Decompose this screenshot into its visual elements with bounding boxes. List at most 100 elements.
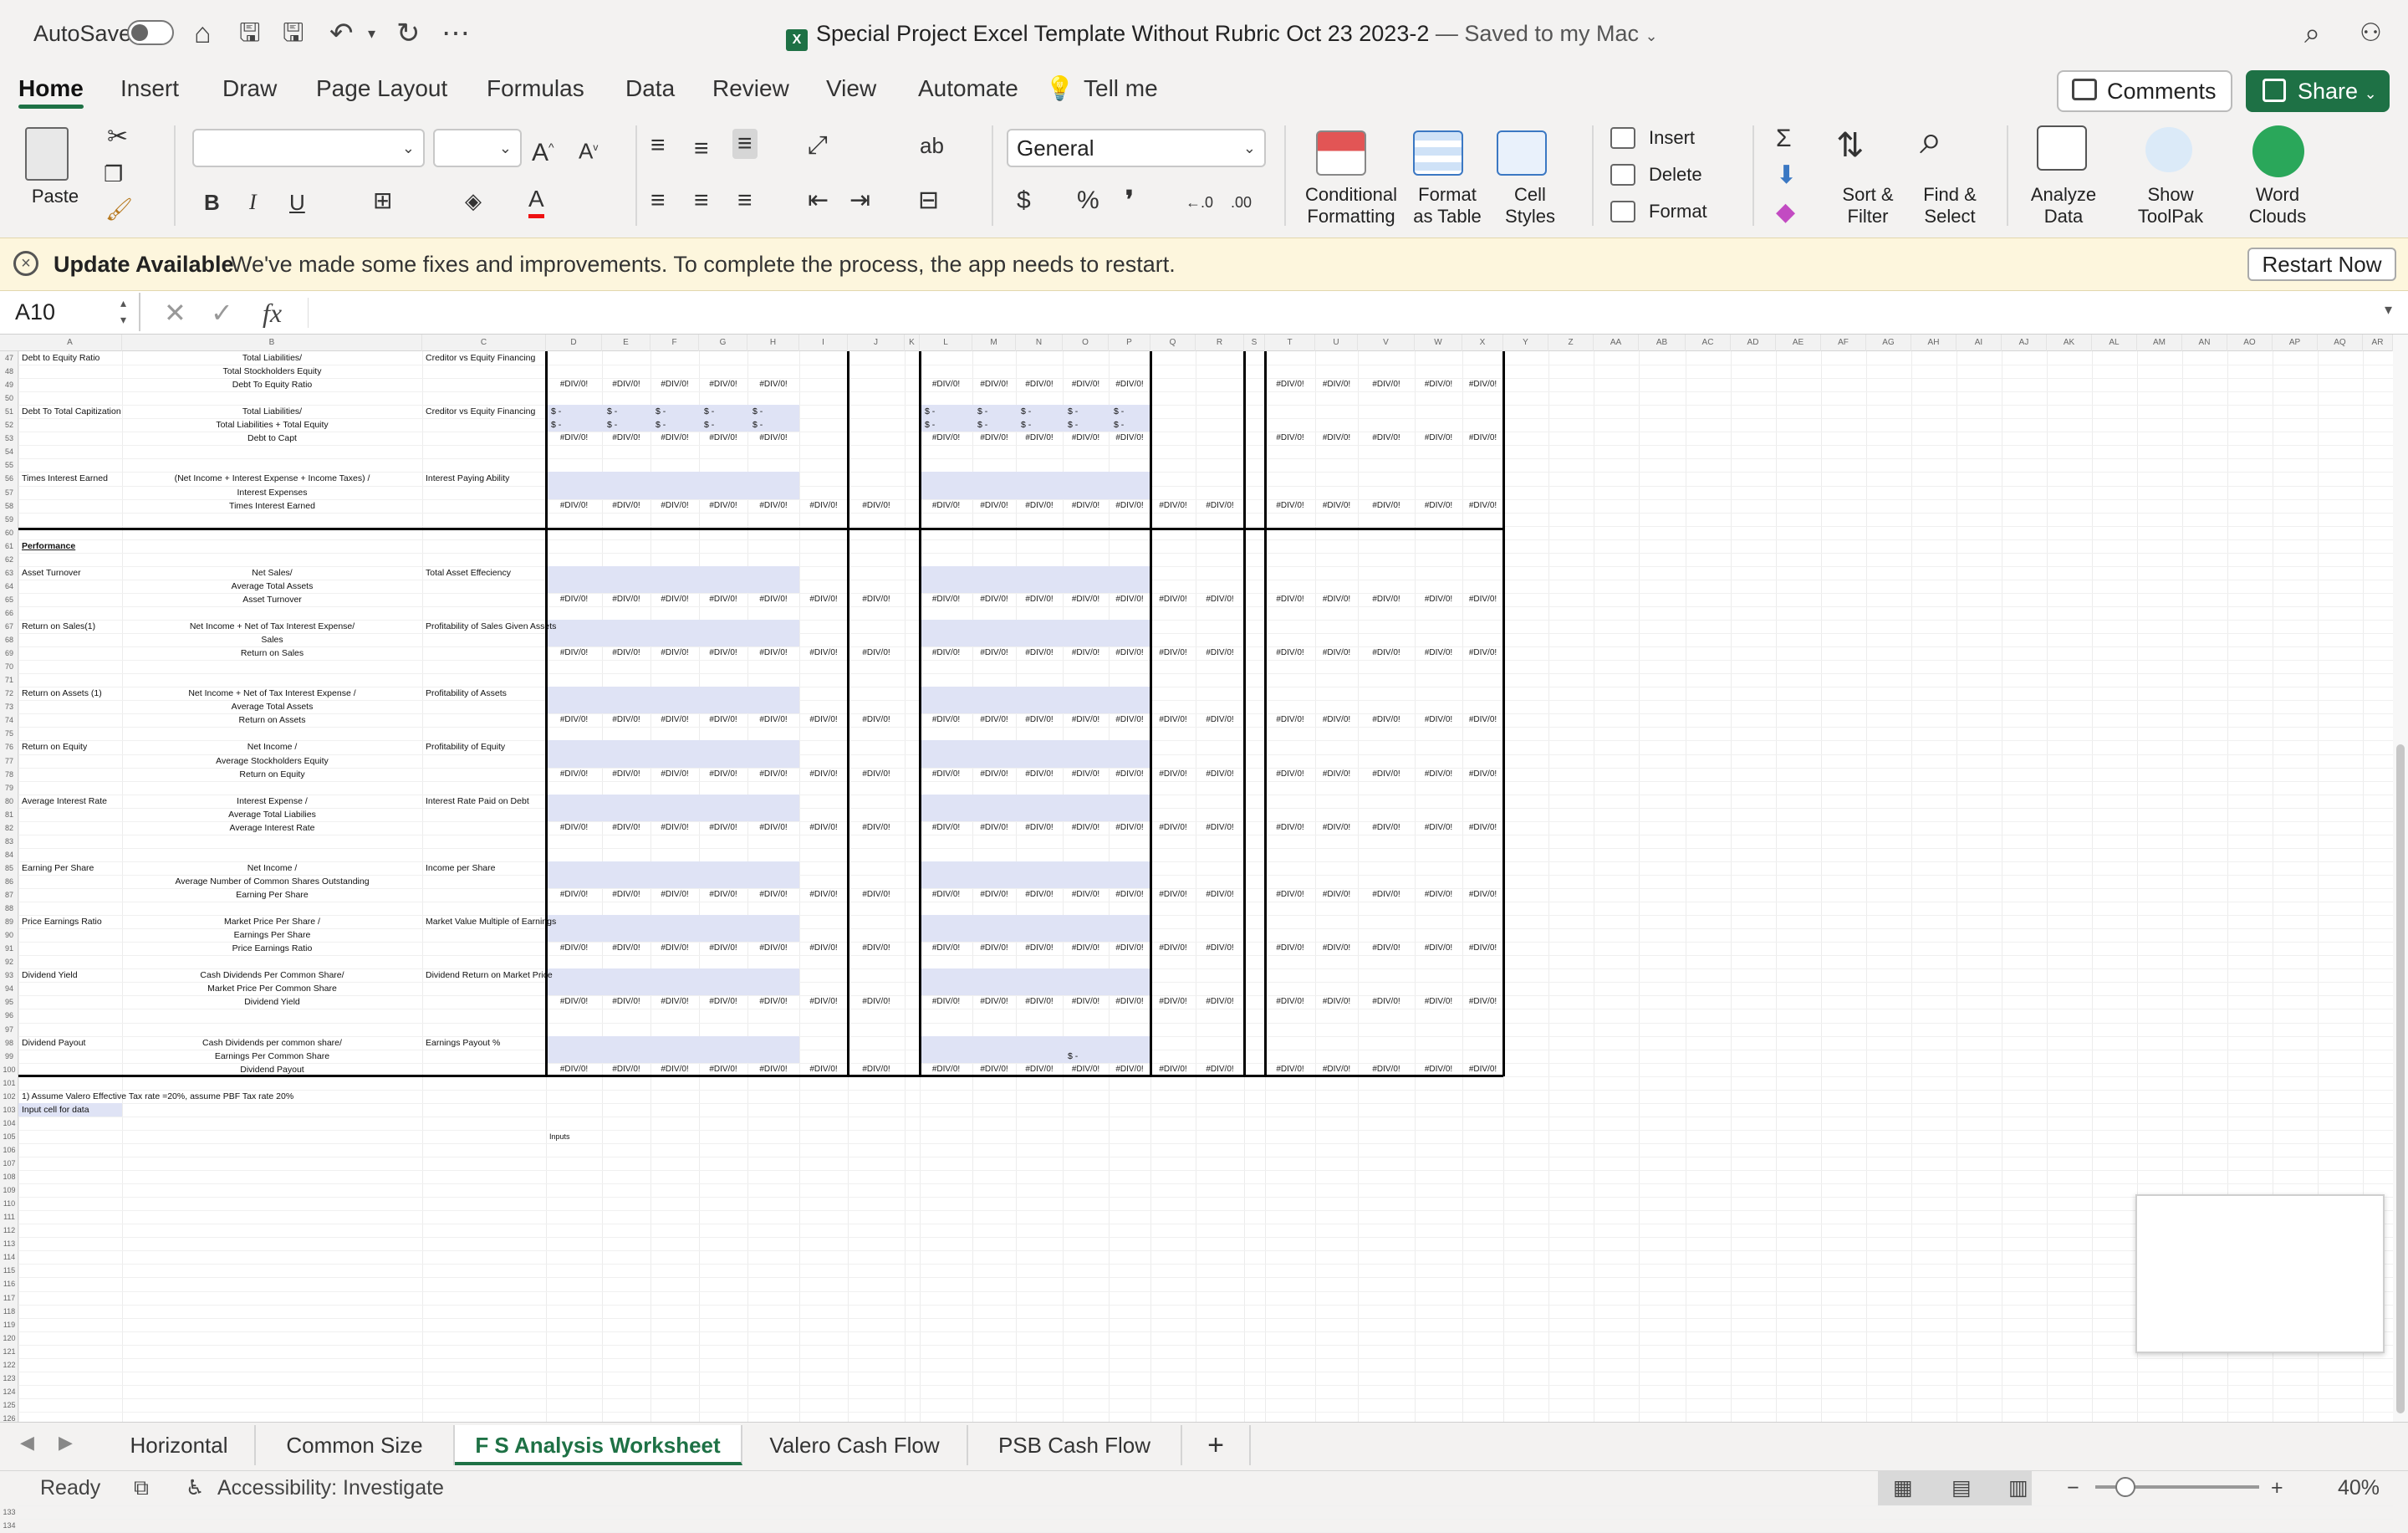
column-header-o[interactable]: O [1063, 335, 1109, 351]
sort-filter-label[interactable]: Sort & Filter [1828, 184, 1908, 227]
increase-indent-icon[interactable]: ⇥ [849, 186, 870, 216]
column-header-b[interactable]: B [122, 335, 422, 351]
find-select-icon[interactable]: ⌕ [1920, 120, 1942, 161]
row-header[interactable]: 106 [0, 1143, 18, 1157]
column-header-z[interactable]: Z [1548, 335, 1594, 351]
tab-review[interactable]: Review [712, 72, 789, 105]
page-break-view-icon[interactable]: ▥ [2008, 1474, 2028, 1502]
page-layout-view-icon[interactable]: ▤ [1951, 1474, 1972, 1502]
column-header-af[interactable]: AF [1821, 335, 1866, 351]
copy-icon[interactable]: ❐ [104, 159, 123, 189]
row-header[interactable]: 70 [0, 660, 18, 673]
row-header[interactable]: 108 [0, 1170, 18, 1183]
row-header[interactable]: 75 [0, 727, 18, 740]
cell-styles-label[interactable]: Cell Styles [1488, 184, 1572, 227]
row-header[interactable]: 50 [0, 391, 18, 405]
row-header[interactable]: 83 [0, 835, 18, 848]
tab-tell-me[interactable]: Tell me [1084, 72, 1158, 105]
row-header[interactable]: 102 [0, 1090, 18, 1103]
row-header[interactable]: 121 [0, 1345, 18, 1358]
column-header-ak[interactable]: AK [2047, 335, 2092, 351]
zoom-out-icon[interactable]: − [2067, 1474, 2079, 1502]
row-header[interactable]: 81 [0, 808, 18, 821]
column-header-k[interactable]: K [905, 335, 920, 351]
accessibility-status[interactable]: Accessibility: Investigate [217, 1474, 444, 1502]
tab-automate[interactable]: Automate [918, 72, 1018, 105]
row-header[interactable]: 78 [0, 768, 18, 781]
row-header[interactable]: 86 [0, 875, 18, 888]
column-header-d[interactable]: D [546, 335, 602, 351]
macro-record-icon[interactable]: ⧉ [134, 1474, 149, 1502]
restart-now-button[interactable]: Restart Now [2247, 248, 2396, 281]
expand-formula-icon[interactable]: ▾ [2385, 301, 2392, 319]
row-header[interactable]: 51 [0, 405, 18, 418]
row-header[interactable]: 49 [0, 378, 18, 391]
autosum-icon[interactable]: Σ [1776, 124, 1792, 154]
decrease-font-icon[interactable]: Av [579, 132, 598, 166]
row-header[interactable]: 65 [0, 593, 18, 606]
row-header[interactable]: 71 [0, 673, 18, 687]
sheet-tab-fs-analysis[interactable]: F S Analysis Worksheet [455, 1425, 742, 1465]
delete-cells-icon[interactable] [1610, 164, 1635, 186]
undo-icon[interactable]: ↶ [329, 15, 354, 52]
row-header[interactable]: 119 [0, 1318, 18, 1331]
increase-decimal-icon[interactable]: ←.0 [1186, 187, 1213, 217]
conditional-formatting-icon[interactable] [1316, 130, 1366, 176]
column-header-am[interactable]: AM [2137, 335, 2182, 351]
align-center-icon[interactable]: ≡ [694, 186, 709, 216]
format-label[interactable]: Format [1649, 201, 1707, 222]
sort-filter-icon[interactable]: ⇅ [1836, 129, 1865, 162]
row-header[interactable]: 93 [0, 968, 18, 982]
number-format-select[interactable]: General ⌄ [1007, 129, 1266, 167]
column-header-y[interactable]: Y [1503, 335, 1548, 351]
row-header[interactable]: 72 [0, 687, 18, 700]
align-left-icon[interactable]: ≡ [650, 186, 666, 216]
row-header[interactable]: 96 [0, 1009, 18, 1022]
worksheet-grid[interactable] [0, 335, 2393, 1422]
format-as-table-label[interactable]: Format as Table [1401, 184, 1493, 227]
word-clouds-label[interactable]: Word Clouds [2236, 184, 2319, 227]
row-header[interactable]: 90 [0, 928, 18, 942]
column-header-ao[interactable]: AO [2227, 335, 2273, 351]
column-header-n[interactable]: N [1016, 335, 1063, 351]
clear-icon[interactable]: ◆ [1776, 197, 1795, 227]
increase-font-icon[interactable]: A^ [532, 132, 554, 168]
italic-icon[interactable]: I [249, 187, 257, 217]
row-header[interactable]: 113 [0, 1237, 18, 1250]
row-header[interactable]: 114 [0, 1250, 18, 1264]
row-header[interactable]: 122 [0, 1358, 18, 1372]
conditional-formatting-label[interactable]: Conditional Formatting [1301, 184, 1401, 227]
paste-icon[interactable] [25, 127, 69, 181]
column-header-u[interactable]: U [1315, 335, 1358, 351]
row-header[interactable]: 74 [0, 713, 18, 727]
column-header-ag[interactable]: AG [1866, 335, 1911, 351]
row-header[interactable]: 77 [0, 754, 18, 768]
name-box[interactable]: A10 [0, 293, 140, 331]
row-header[interactable]: 125 [0, 1398, 18, 1412]
home-icon[interactable]: ⌂ [194, 15, 212, 52]
save-as-icon[interactable]: 🖫 [283, 15, 304, 52]
zoom-slider-knob[interactable] [2115, 1477, 2135, 1497]
comments-button[interactable]: Comments [2057, 70, 2232, 112]
row-header[interactable]: 110 [0, 1197, 18, 1210]
accessibility-icon[interactable]: ♿︎ [186, 1474, 204, 1502]
row-header[interactable]: 68 [0, 633, 18, 646]
insert-function-icon[interactable]: fx [263, 294, 282, 331]
tab-formulas[interactable]: Formulas [487, 72, 584, 105]
font-family-select[interactable]: ⌄ [192, 129, 425, 167]
row-header[interactable]: 89 [0, 915, 18, 928]
name-box-stepper-icon[interactable]: ▴ ▾ [120, 294, 126, 328]
column-header-ac[interactable]: AC [1686, 335, 1731, 351]
enter-icon[interactable]: ✓ [211, 294, 233, 331]
column-header-e[interactable]: E [602, 335, 650, 351]
row-header[interactable]: 59 [0, 513, 18, 526]
comma-style-icon[interactable]: ❜ [1125, 186, 1134, 216]
column-header-s[interactable]: S [1244, 335, 1265, 351]
row-header[interactable]: 55 [0, 458, 18, 472]
column-header-aq[interactable]: AQ [2318, 335, 2363, 351]
row-header[interactable]: 52 [0, 418, 18, 432]
insert-label[interactable]: Insert [1649, 127, 1695, 149]
column-header-l[interactable]: L [920, 335, 972, 351]
row-header[interactable]: 58 [0, 499, 18, 513]
analyze-data-label[interactable]: Analyze Data [2022, 184, 2105, 227]
